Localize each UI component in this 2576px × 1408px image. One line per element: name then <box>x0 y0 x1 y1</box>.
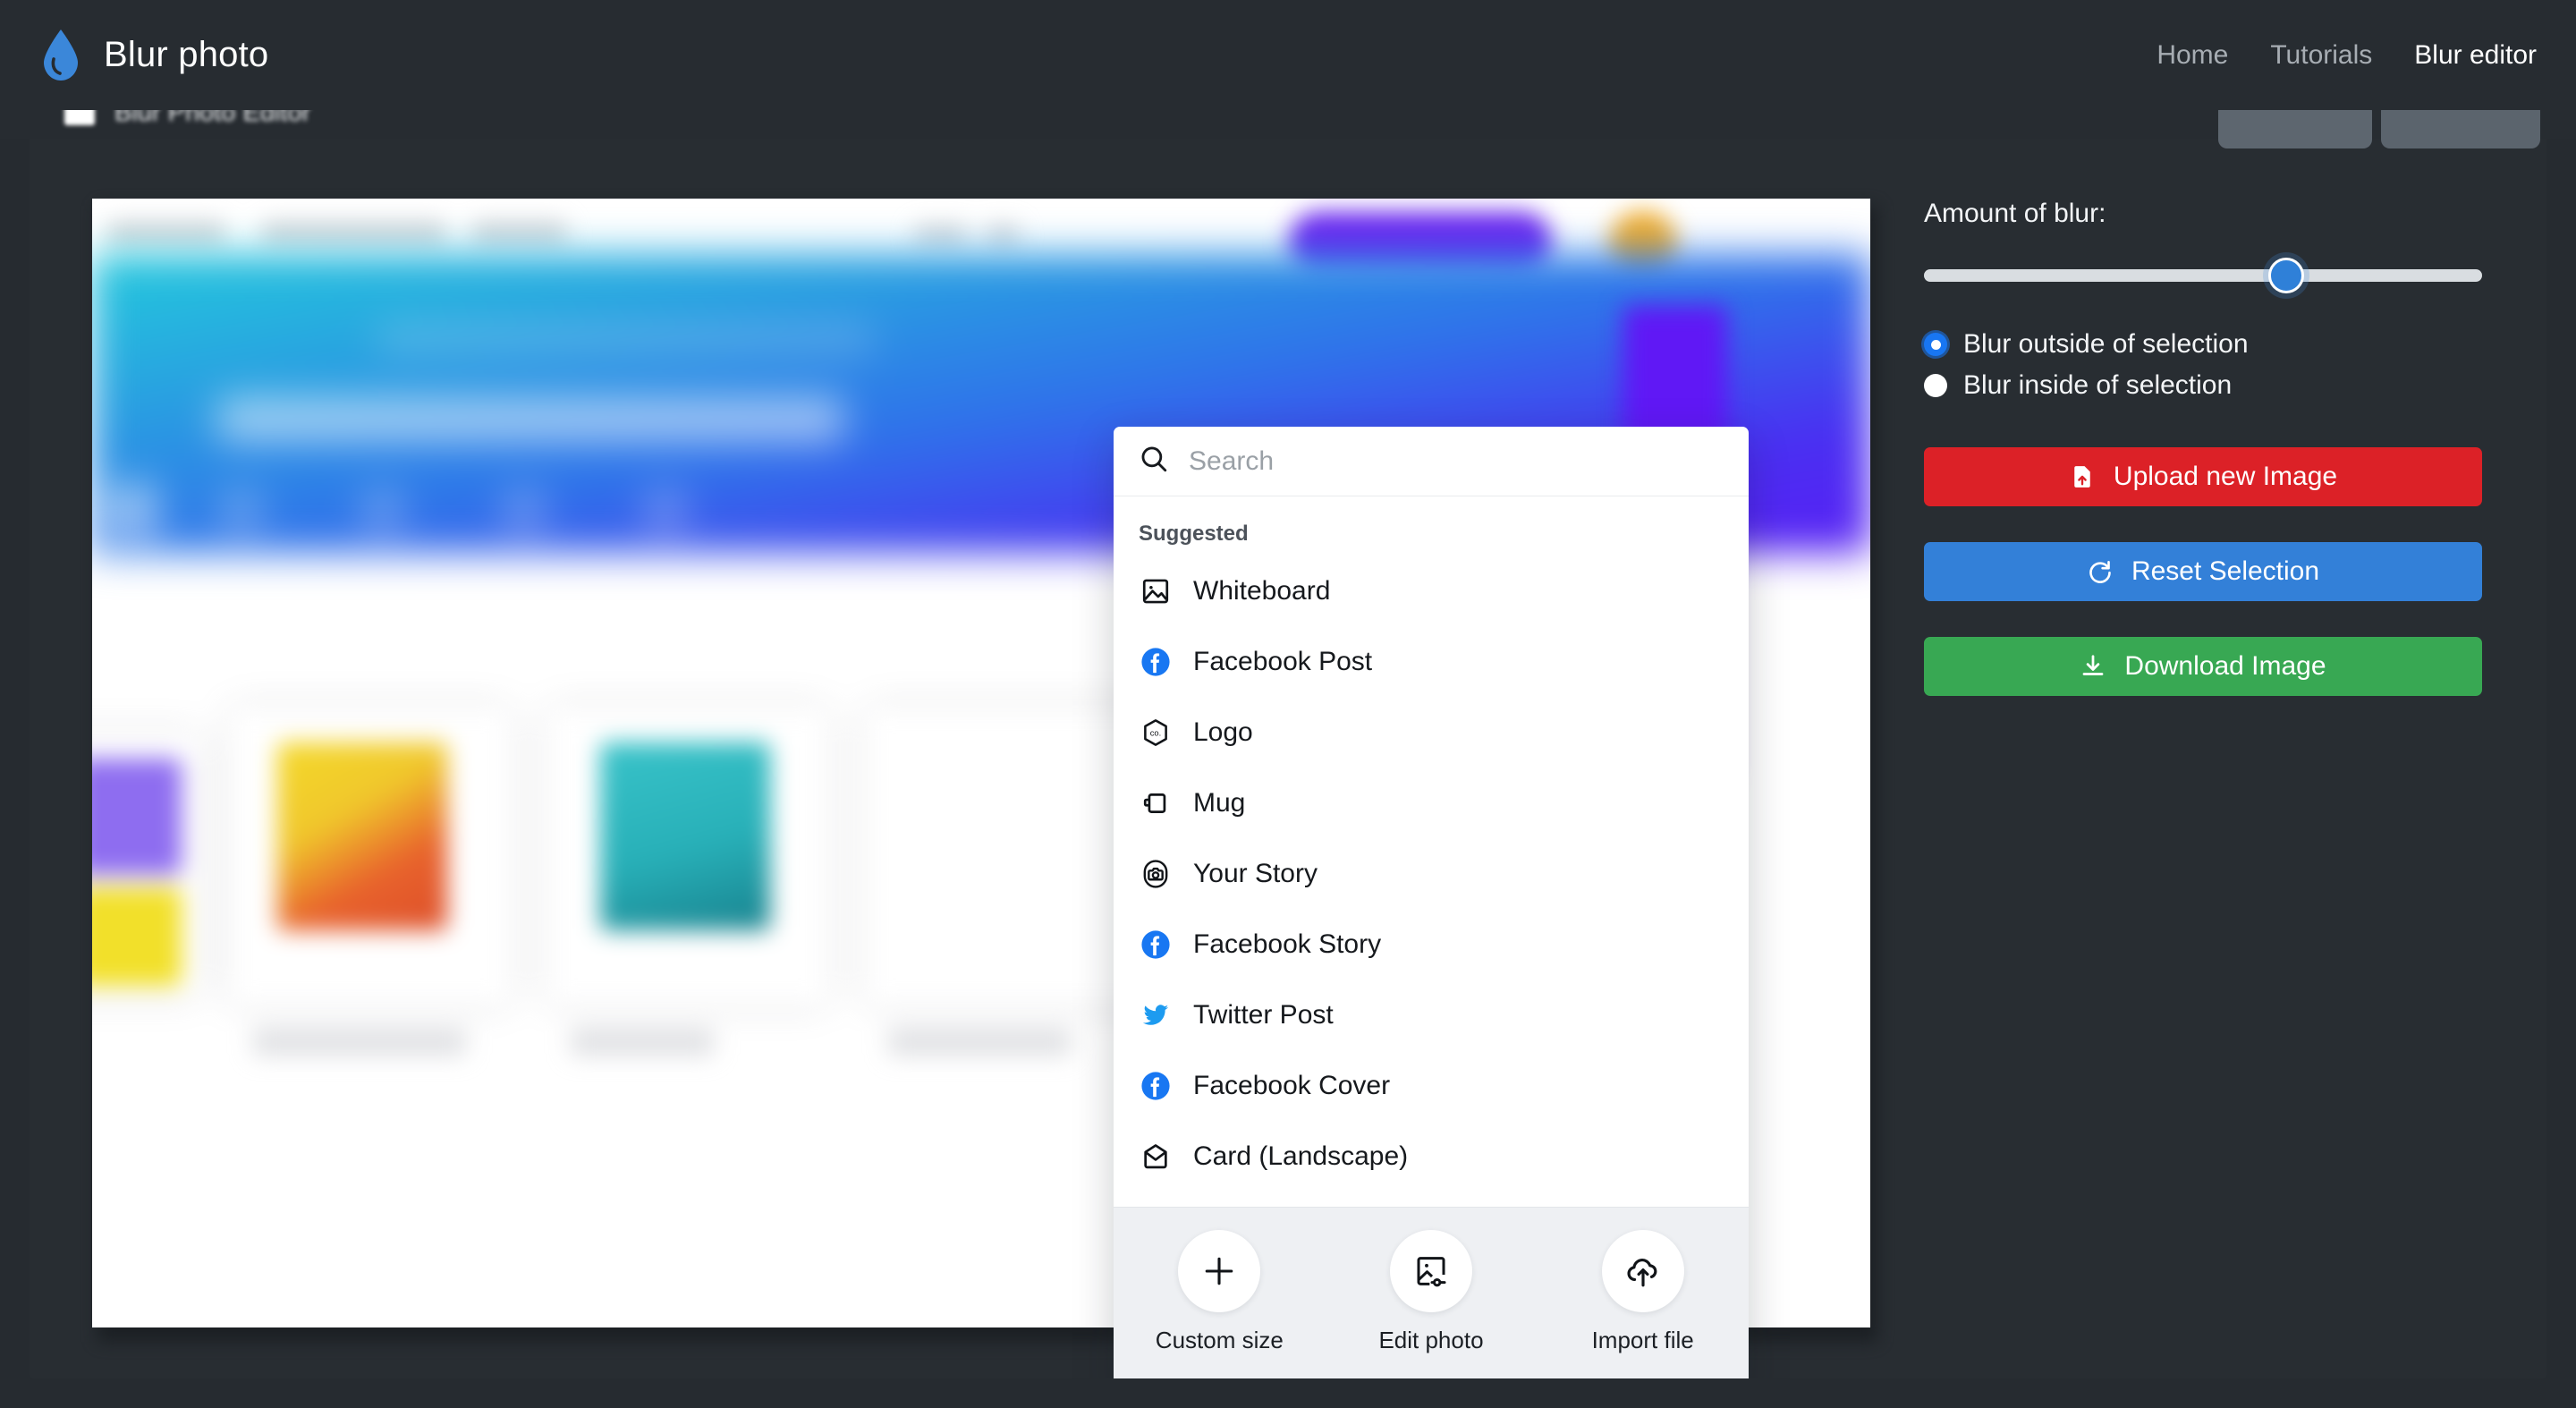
svg-text:co.: co. <box>1150 728 1161 737</box>
custom-size-button[interactable]: Custom size <box>1139 1230 1300 1354</box>
nav-link-tutorials[interactable]: Tutorials <box>2270 40 2372 71</box>
custom-size-label: Custom size <box>1155 1327 1284 1353</box>
list-item-label: Mug <box>1193 787 1246 818</box>
twitter-icon <box>1139 998 1173 1032</box>
radio-label-outside: Blur outside of selection <box>1963 329 2249 359</box>
nav-links: Home Tutorials Blur editor <box>2157 40 2537 71</box>
edit-photo-button[interactable]: Edit photo <box>1351 1230 1512 1354</box>
facebook-icon <box>1139 645 1173 679</box>
download-image-button[interactable]: Download Image <box>1924 637 2482 696</box>
controls-panel: Amount of blur: Blur outside of selectio… <box>1924 199 2496 696</box>
blur-amount-slider[interactable] <box>1924 258 2496 293</box>
reset-selection-label: Reset Selection <box>2131 556 2320 586</box>
list-item-label: Whiteboard <box>1193 575 1331 606</box>
suggested-list: Whiteboard Facebook Post co. Logo Mug Yo… <box>1114 556 1749 1206</box>
image-icon <box>1139 574 1173 608</box>
list-item-label: Card (Landscape) <box>1193 1141 1409 1171</box>
redo-icon <box>2087 558 2114 585</box>
list-item-logo[interactable]: co. Logo <box>1114 697 1749 768</box>
list-item-twitter-post[interactable]: Twitter Post <box>1114 980 1749 1050</box>
list-item-facebook-cover[interactable]: Facebook Cover <box>1114 1050 1749 1121</box>
size-picker-dropdown: Suggested Whiteboard <box>1114 427 1749 1378</box>
slider-thumb[interactable] <box>2268 258 2304 293</box>
download-image-label: Download Image <box>2124 651 2326 681</box>
list-item-label: Facebook Story <box>1193 929 1382 959</box>
slider-track[interactable] <box>1924 269 2482 282</box>
radio-blur-inside[interactable]: Blur inside of selection <box>1924 365 2496 406</box>
upload-new-image-button[interactable]: Upload new Image <box>1924 447 2482 506</box>
list-item-label: Facebook Post <box>1193 646 1373 676</box>
search-input[interactable] <box>1189 445 1724 477</box>
image-edit-icon <box>1389 1230 1472 1312</box>
radio-button-inside[interactable] <box>1924 374 1947 397</box>
list-item-label: Your Story <box>1193 858 1318 888</box>
upload-new-image-label: Upload new Image <box>2113 462 2338 491</box>
list-item-label: Twitter Post <box>1193 999 1334 1030</box>
cloud-upload-icon <box>1601 1230 1684 1312</box>
list-item-facebook-post[interactable]: Facebook Post <box>1114 626 1749 697</box>
download-icon <box>2080 653 2106 680</box>
radio-button-outside[interactable] <box>1924 333 1947 356</box>
edit-photo-label: Edit photo <box>1378 1327 1484 1353</box>
import-file-label: Import file <box>1591 1327 1694 1353</box>
suggested-label: Suggested <box>1139 522 1249 546</box>
radio-blur-outside[interactable]: Blur outside of selection <box>1924 324 2496 365</box>
nav-link-blur-editor[interactable]: Blur editor <box>2414 40 2537 71</box>
app-body: Suggested Whiteboard <box>30 110 2546 1378</box>
logo-hexagon-icon: co. <box>1139 716 1173 750</box>
dropdown-search-row[interactable] <box>1114 427 1749 496</box>
list-item-mug[interactable]: Mug <box>1114 768 1749 838</box>
envelope-icon <box>1139 1140 1173 1174</box>
import-file-button[interactable]: Import file <box>1563 1230 1724 1354</box>
brand-name: Blur photo <box>104 35 269 74</box>
list-item-label: Logo <box>1193 717 1253 747</box>
reset-selection-button[interactable]: Reset Selection <box>1924 542 2482 601</box>
list-item-label: Facebook Cover <box>1193 1070 1391 1100</box>
facebook-icon <box>1139 1069 1173 1103</box>
plus-icon <box>1178 1230 1261 1312</box>
list-item-your-story[interactable]: Your Story <box>1114 838 1749 909</box>
top-navigation-bar: Blur photo Home Tutorials Blur editor <box>0 0 2576 110</box>
nav-link-home[interactable]: Home <box>2157 40 2228 71</box>
dropdown-footer: Custom size Edit photo Import file <box>1114 1207 1749 1378</box>
water-droplet-icon <box>41 29 80 82</box>
mug-icon <box>1139 786 1173 820</box>
list-item-whiteboard[interactable]: Whiteboard <box>1114 556 1749 626</box>
list-item-card-landscape[interactable]: Card (Landscape) <box>1114 1121 1749 1192</box>
brand-logo[interactable]: Blur photo <box>41 29 268 82</box>
list-item-facebook-story[interactable]: Facebook Story <box>1114 909 1749 980</box>
search-icon <box>1139 444 1169 479</box>
radio-label-inside: Blur inside of selection <box>1963 370 2233 400</box>
blur-amount-label: Amount of blur: <box>1924 199 2106 228</box>
camera-story-icon <box>1139 857 1173 891</box>
file-upload-icon <box>2069 463 2096 490</box>
facebook-icon <box>1139 928 1173 962</box>
